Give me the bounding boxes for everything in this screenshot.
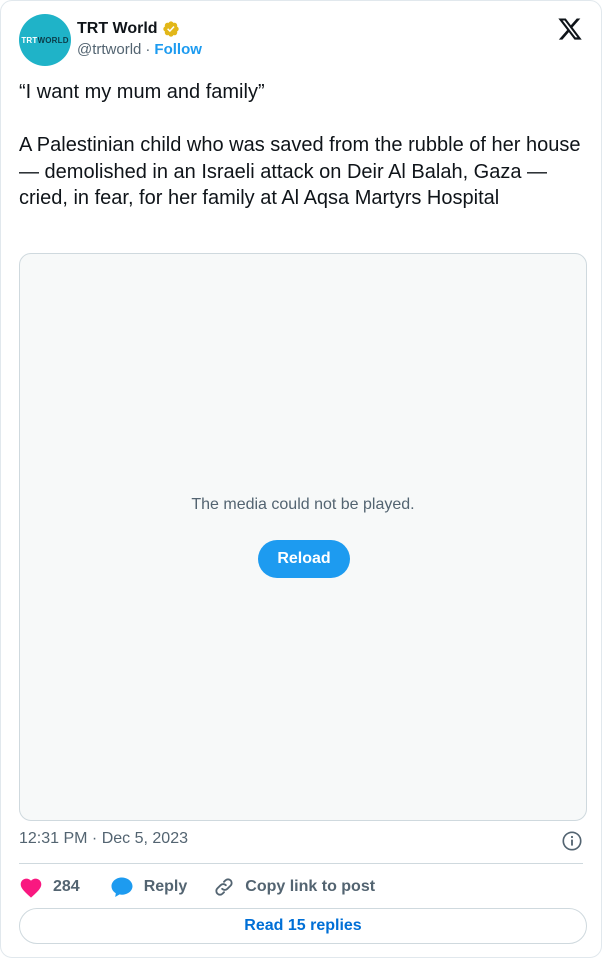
link-icon [215,878,233,896]
copy-link-label: Copy link to post [245,878,376,895]
media-player[interactable]: The media could not be played. Reload [19,253,587,821]
handle-separator: · [145,41,151,58]
copy-link-action[interactable]: Copy link to post [213,876,375,898]
avatar-logo-text: TRTWORLD [21,35,69,45]
tweet-text: “I want my mum and family” A Palestinian… [19,81,581,209]
author-info: TRT World @trtworld · Follow [77,18,202,58]
author-handle[interactable]: @trtworld [77,41,141,58]
like-count: 284 [53,878,80,895]
heart-icon [20,878,42,898]
divider [19,863,583,864]
media-error-message: The media could not be played. [191,496,415,513]
reply-action[interactable]: Reply [110,876,188,898]
tweet-header: TRTWORLD TRT World @trtworld · Follow [19,14,583,68]
tweet-embed-card: TRTWORLD TRT World @trtworld · Follow “I… [0,0,602,958]
verified-badge-icon [162,21,179,37]
info-icon[interactable] [561,830,583,852]
like-action[interactable]: 284 [19,876,80,898]
avatar[interactable]: TRTWORLD [19,14,71,66]
action-bar: 284 Reply Copy link to post [19,873,375,901]
reply-bubble-icon [111,877,133,897]
tweet-timestamp[interactable]: 12:31 PM · Dec 5, 2023 [19,830,188,848]
read-replies-button[interactable]: Read 15 replies [19,908,587,944]
reply-label: Reply [143,878,188,895]
author-name[interactable]: TRT World [77,20,158,38]
author-handle-row: @trtworld · Follow [77,41,202,58]
author-name-row: TRT World [77,18,202,40]
follow-button[interactable]: Follow [154,41,202,58]
reload-button[interactable]: Reload [258,540,350,578]
x-logo-icon[interactable] [557,16,583,42]
